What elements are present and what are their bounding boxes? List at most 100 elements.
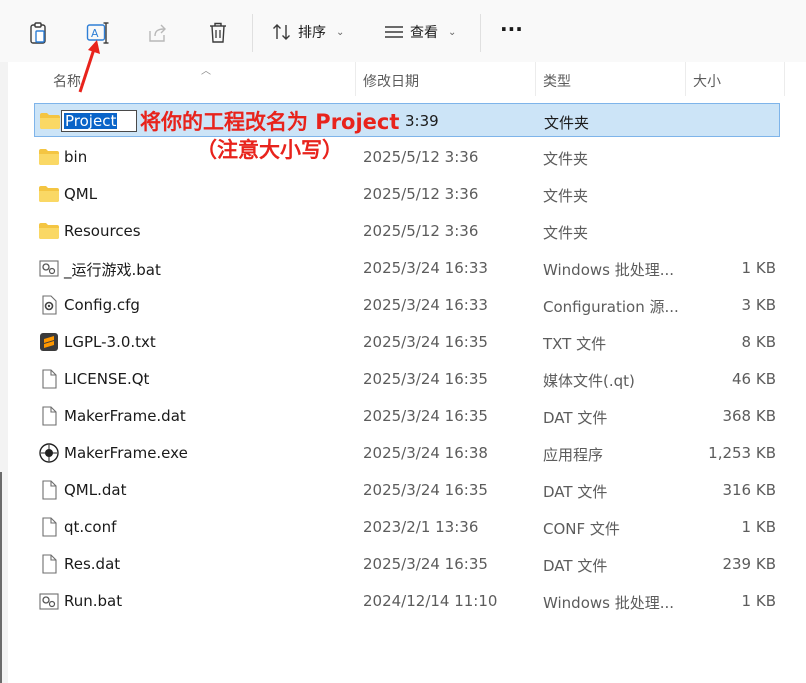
share-button[interactable] [142,17,174,49]
file-icon [42,554,57,574]
column-divider[interactable] [685,62,686,96]
toolbar-divider [252,14,253,52]
file-size: 368 KB [722,407,776,425]
folder-icon [39,149,59,165]
date-modified: 2025/3/24 16:35 [363,555,488,573]
config-file-icon [42,295,57,315]
file-type: TXT 文件 [543,335,607,353]
sort-button[interactable]: 排序 ⌄ [272,22,344,42]
file-name: qt.conf [64,518,117,536]
date-modified: 2025/3/24 16:33 [363,259,488,277]
date-modified: 3:39 [405,112,439,130]
sort-label: 排序 [298,25,326,41]
date-modified: 2025/3/24 16:35 [363,407,488,425]
file-row[interactable]: LGPL-3.0.txt 2025/3/24 16:35 TXT 文件 8 KB [34,325,780,359]
paste-button[interactable] [22,17,54,49]
file-name: MakerFrame.dat [64,407,186,425]
date-modified: 2025/3/24 16:33 [363,296,488,314]
delete-button[interactable] [202,17,234,49]
more-options-button[interactable]: ··· [500,17,523,41]
file-name: LGPL-3.0.txt [64,333,156,351]
date-modified: 2023/2/1 13:36 [363,518,479,536]
file-size: 8 KB [741,333,776,351]
svg-text:A: A [91,27,99,40]
file-icon [42,369,57,389]
rename-input[interactable]: Project [61,110,137,132]
file-row[interactable]: QML.dat 2025/3/24 16:35 DAT 文件 316 KB [34,473,780,507]
list-view-icon [385,26,403,38]
chevron-down-icon: ⌄ [336,26,345,38]
folder-icon [39,186,59,202]
file-row[interactable]: qt.conf 2023/2/1 13:36 CONF 文件 1 KB [34,510,780,544]
file-type: Windows 批处理... [543,594,675,612]
annotation-text-line1: 将你的工程改名为 Project [140,110,400,134]
file-row[interactable]: bin 2025/5/12 3:36 文件夹 [34,140,780,174]
sort-icon [273,24,290,40]
column-divider[interactable] [535,62,536,96]
view-label: 查看 [410,25,438,41]
more-icon: ··· [500,17,523,41]
file-row[interactable]: MakerFrame.exe 2025/3/24 16:38 应用程序 1,253 K… [34,436,780,470]
file-row[interactable]: _运行游戏.bat 2025/3/24 16:33 Windows 批处理... 1 … [34,251,780,285]
file-name: LICENSE.Qt [64,370,150,388]
file-size: 239 KB [722,555,776,573]
file-row[interactable]: Res.dat 2025/3/24 16:35 DAT 文件 239 KB [34,547,780,581]
share-icon [149,24,166,42]
date-modified: 2025/5/12 3:36 [363,222,479,240]
file-type: CONF 文件 [543,520,620,538]
folder-icon [40,113,60,129]
date-modified: 2025/3/24 16:35 [363,370,488,388]
file-name: Run.bat [64,592,123,610]
date-modified: 2024/12/14 11:10 [363,592,498,610]
date-modified: 2025/5/12 3:36 [363,148,479,166]
command-bar: A 排序 ⌄ 查看 ⌄ ··· [0,0,806,63]
file-name: MakerFrame.exe [64,444,188,462]
folder-icon [39,223,59,239]
file-size: 1,253 KB [708,444,776,462]
toolbar-divider [480,14,481,52]
file-type: 文件夹 [543,224,589,242]
file-type: Configuration 源... [543,298,679,316]
column-header: ︿ 名称 修改日期 类型 大小 [8,62,806,96]
scroll-edge [0,472,2,683]
file-icon [42,517,57,537]
file-name: QML.dat [64,481,127,499]
file-size: 46 KB [732,370,776,388]
column-divider[interactable] [784,62,785,96]
sort-up-icon: ︿ [201,66,211,77]
file-type: DAT 文件 [543,557,608,575]
file-size: 1 KB [741,518,776,536]
rename-selected-text: Project [64,112,118,130]
view-button[interactable]: 查看 ⌄ [384,22,456,42]
file-name: QML [64,185,98,203]
date-modified: 2025/5/12 3:36 [363,185,479,203]
file-icon [42,480,57,500]
batch-file-icon [39,260,59,277]
file-row[interactable]: LICENSE.Qt 2025/3/24 16:35 媒体文件(.qt) 46 KB [34,362,780,396]
column-type[interactable]: 类型 [543,71,571,91]
column-divider[interactable] [355,62,356,96]
app-icon [39,443,59,463]
annotation-arrow-icon [78,40,100,93]
file-size: 1 KB [741,259,776,277]
file-type: 应用程序 [543,446,604,464]
file-row[interactable]: Config.cfg 2025/3/24 16:33 Configuration 源… [34,288,780,322]
file-row[interactable]: Resources 2025/5/12 3:36 文件夹 [34,214,780,248]
column-modified[interactable]: 修改日期 [363,71,419,91]
file-row[interactable]: MakerFrame.dat 2025/3/24 16:35 DAT 文件 368 K… [34,399,780,433]
file-name: _运行游戏.bat [64,261,161,279]
file-type: 文件夹 [543,150,589,168]
file-row[interactable]: QML 2025/5/12 3:36 文件夹 [34,177,780,211]
file-row[interactable]: Run.bat 2024/12/14 11:10 Windows 批处理... 1 K… [34,584,780,618]
chevron-down-icon: ⌄ [448,26,457,38]
annotation-text-line2: （注意大小写） [196,138,343,162]
file-type: Windows 批处理... [543,261,675,279]
date-modified: 2025/3/24 16:35 [363,481,488,499]
file-type: 文件夹 [543,187,589,205]
file-type: DAT 文件 [543,409,608,427]
file-type: 媒体文件(.qt) [543,372,635,390]
column-size[interactable]: 大小 [693,71,721,91]
file-type: DAT 文件 [543,483,608,501]
file-name: bin [64,148,88,166]
file-size: 1 KB [741,592,776,610]
